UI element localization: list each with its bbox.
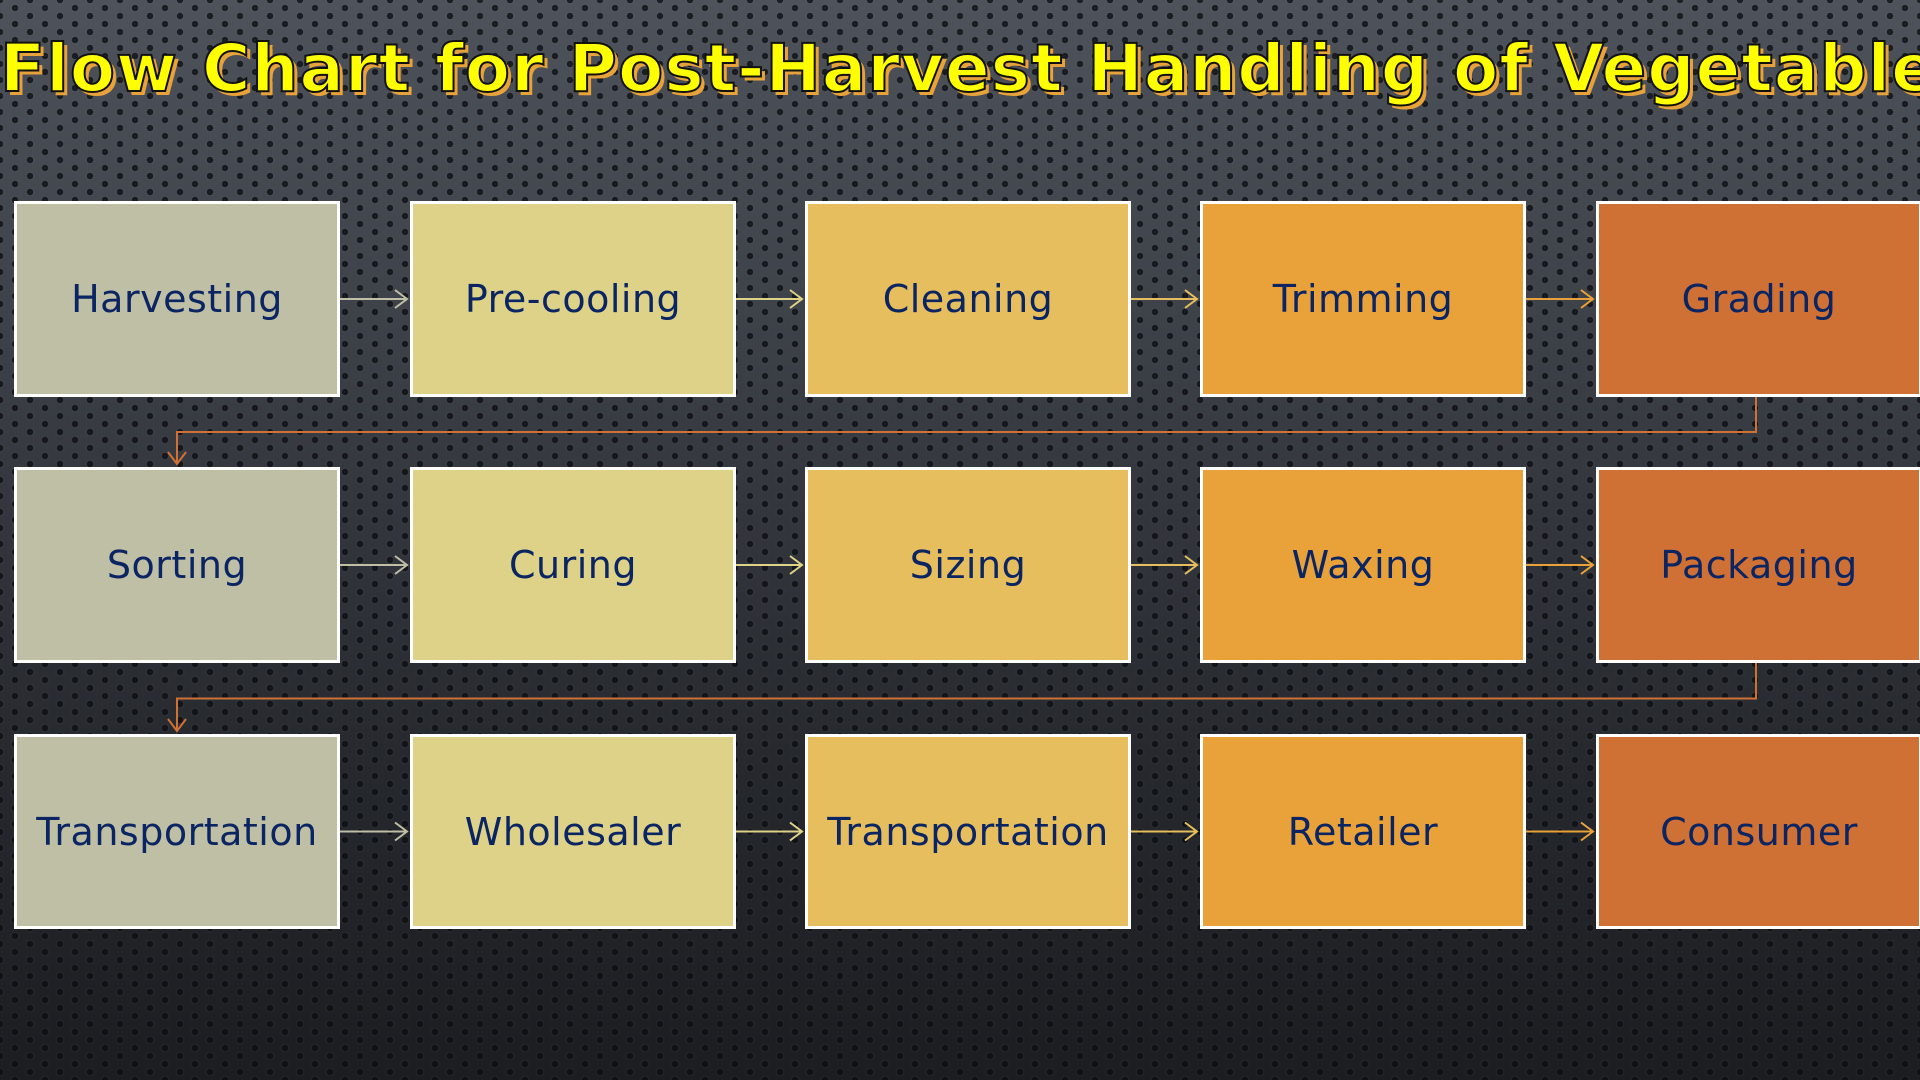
step-sorting: Sorting xyxy=(14,467,340,663)
step-wholesaler: Wholesaler xyxy=(410,734,736,929)
step-consumer: Consumer xyxy=(1596,734,1920,929)
step-packaging: Packaging xyxy=(1596,467,1920,663)
page-title: Flow Chart for Post-Harvest Handling of … xyxy=(0,29,1920,108)
step-transportation-2: Transportation xyxy=(805,734,1131,929)
step-pre-cooling: Pre-cooling xyxy=(410,201,736,397)
step-transportation-1: Transportation xyxy=(14,734,340,929)
step-curing: Curing xyxy=(410,467,736,663)
step-harvesting: Harvesting xyxy=(14,201,340,397)
step-cleaning: Cleaning xyxy=(805,201,1131,397)
step-waxing: Waxing xyxy=(1200,467,1526,663)
step-sizing: Sizing xyxy=(805,467,1131,663)
step-retailer: Retailer xyxy=(1200,734,1526,929)
step-trimming: Trimming xyxy=(1200,201,1526,397)
step-grading: Grading xyxy=(1596,201,1920,397)
